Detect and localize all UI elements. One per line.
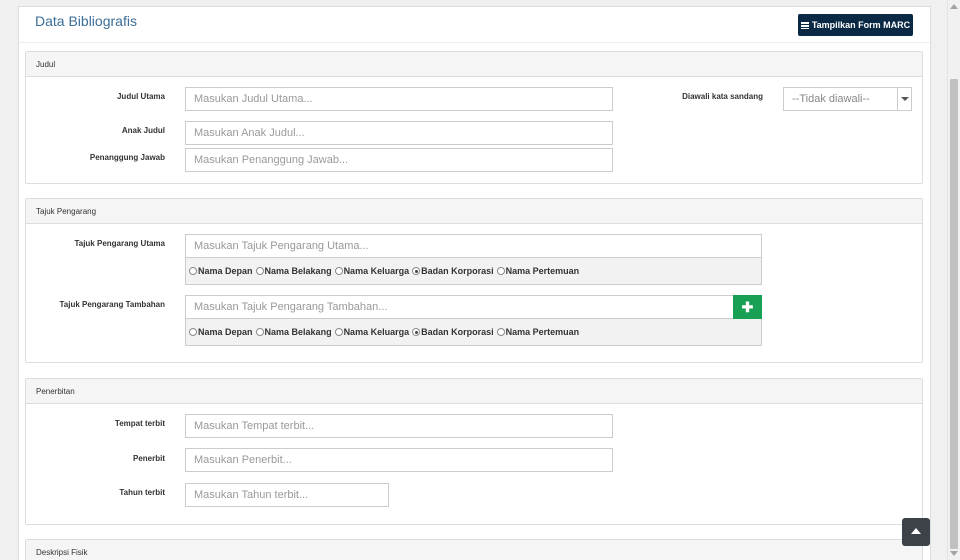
radio-nama-belakang[interactable]: Nama Belakang — [255, 266, 332, 276]
radio-nama-depan[interactable]: Nama Depan — [189, 327, 253, 337]
tempat-terbit-placeholder: Masukan Tempat terbit... — [194, 420, 315, 432]
penerbit-input[interactable]: Masukan Penerbit... — [185, 448, 613, 472]
radio-label: Badan Korporasi — [421, 266, 494, 276]
radio-label: Nama Depan — [198, 266, 253, 276]
radio-label: Badan Korporasi — [421, 327, 494, 337]
anak-judul-placeholder: Masukan Anak Judul... — [194, 127, 305, 139]
radio-label: Nama Keluarga — [343, 327, 410, 337]
diawali-select[interactable]: --Tidak diawali-- — [783, 87, 912, 111]
radio-button[interactable] — [496, 328, 505, 336]
radio-badan-korporasi[interactable]: Badan Korporasi — [412, 266, 494, 276]
tajuk-tambahan-group: Masukan Tajuk Pengarang Tambahan... ✚ Na… — [185, 295, 762, 346]
label-diawali: Diawali kata sandang — [682, 92, 763, 101]
radio-nama-pertemuan[interactable]: Nama Pertemuan — [496, 266, 580, 276]
add-author-button[interactable]: ✚ — [733, 295, 762, 319]
radio-label: Nama Belakang — [264, 266, 332, 276]
panel-heading-penerbitan: Penerbitan — [26, 379, 922, 404]
radio-label: Nama Belakang — [264, 327, 332, 337]
tajuk-utama-group: Masukan Tajuk Pengarang Utama... Nama De… — [185, 234, 762, 285]
penerbit-placeholder: Masukan Penerbit... — [194, 454, 292, 466]
grid-icon — [800, 21, 809, 29]
radio-button[interactable] — [334, 328, 343, 336]
tajuk-tambahan-placeholder: Masukan Tajuk Pengarang Tambahan... — [194, 301, 388, 313]
radio-button-selected[interactable] — [412, 267, 421, 275]
judul-utama-input[interactable]: Masukan Judul Utama... — [185, 87, 613, 111]
scrollbar-thumb[interactable] — [950, 79, 958, 549]
radio-nama-depan[interactable]: Nama Depan — [189, 266, 253, 276]
tahun-terbit-placeholder: Masukan Tahun terbit... — [194, 489, 309, 501]
radio-button-selected[interactable] — [412, 328, 421, 336]
tajuk-utama-input[interactable]: Masukan Tajuk Pengarang Utama... — [186, 235, 761, 258]
divider — [19, 42, 930, 43]
radio-button[interactable] — [496, 267, 505, 275]
label-penanggung-jawab: Penanggung Jawab — [89, 153, 165, 162]
label-tempat-terbit: Tempat terbit — [114, 419, 165, 428]
radio-badan-korporasi[interactable]: Badan Korporasi — [412, 327, 494, 337]
page-title: Data Bibliografis — [35, 13, 137, 29]
radio-label: Nama Pertemuan — [505, 266, 580, 276]
scroll-up-arrow[interactable] — [950, 4, 958, 9]
tempat-terbit-input[interactable]: Masukan Tempat terbit... — [185, 414, 613, 438]
penanggung-jawab-input[interactable]: Masukan Penanggung Jawab... — [185, 148, 613, 172]
radio-button[interactable] — [189, 328, 197, 336]
panel-heading-tajuk: Tajuk Pengarang — [26, 199, 922, 224]
tajuk-utama-type-radios: Nama Depan Nama Belakang Nama Keluarga B… — [186, 258, 761, 284]
chevron-down-icon — [897, 88, 911, 110]
panel-penerbitan: Penerbitan Tempat terbit Masukan Tempat … — [25, 378, 923, 525]
tahun-terbit-input[interactable]: Masukan Tahun terbit... — [185, 483, 389, 507]
radio-nama-pertemuan[interactable]: Nama Pertemuan — [496, 327, 580, 337]
scroll-down-arrow[interactable] — [950, 551, 958, 556]
anak-judul-input[interactable]: Masukan Anak Judul... — [185, 121, 613, 145]
label-tajuk-tambahan: Tajuk Pengarang Tambahan — [59, 300, 165, 309]
marc-button-label: Tampilkan Form MARC — [811, 20, 911, 30]
tajuk-tambahan-type-radios: Nama Depan Nama Belakang Nama Keluarga B… — [186, 319, 761, 345]
label-tahun-terbit: Tahun terbit — [119, 488, 165, 497]
radio-button[interactable] — [334, 267, 343, 275]
show-marc-form-button[interactable]: Tampilkan Form MARC — [798, 14, 913, 36]
tajuk-tambahan-input[interactable]: Masukan Tajuk Pengarang Tambahan... ✚ — [186, 295, 762, 319]
radio-nama-keluarga[interactable]: Nama Keluarga — [334, 266, 410, 276]
panel-heading-deskripsi: Deskripsi Fisik — [26, 540, 922, 560]
panel-heading-judul: Judul — [26, 52, 922, 77]
bibliographic-card: Data Bibliografis Tampilkan Form MARC Ju… — [18, 6, 931, 560]
radio-nama-keluarga[interactable]: Nama Keluarga — [334, 327, 410, 337]
tajuk-utama-placeholder: Masukan Tajuk Pengarang Utama... — [194, 240, 369, 252]
radio-nama-belakang[interactable]: Nama Belakang — [255, 327, 332, 337]
radio-button[interactable] — [255, 328, 264, 336]
scroll-to-top-button[interactable] — [902, 518, 930, 546]
penanggung-jawab-placeholder: Masukan Penanggung Jawab... — [194, 154, 349, 166]
judul-utama-placeholder: Masukan Judul Utama... — [194, 93, 313, 105]
diawali-value: --Tidak diawali-- — [792, 93, 870, 105]
panel-tajuk-pengarang: Tajuk Pengarang Tajuk Pengarang Utama Ma… — [25, 198, 923, 363]
label-tajuk-utama: Tajuk Pengarang Utama — [74, 239, 165, 248]
radio-button[interactable] — [255, 267, 264, 275]
label-penerbit: Penerbit — [132, 454, 165, 463]
label-anak-judul: Anak Judul — [121, 126, 165, 135]
plus-icon: ✚ — [741, 298, 754, 315]
radio-label: Nama Pertemuan — [505, 327, 580, 337]
radio-label: Nama Depan — [198, 327, 253, 337]
radio-label: Nama Keluarga — [343, 266, 410, 276]
label-judul-utama: Judul Utama — [116, 92, 165, 101]
panel-deskripsi-fisik: Deskripsi Fisik — [25, 539, 923, 560]
panel-judul: Judul Judul Utama Masukan Judul Utama...… — [25, 51, 923, 184]
radio-button[interactable] — [189, 267, 197, 275]
page-scrollbar[interactable] — [947, 0, 960, 560]
